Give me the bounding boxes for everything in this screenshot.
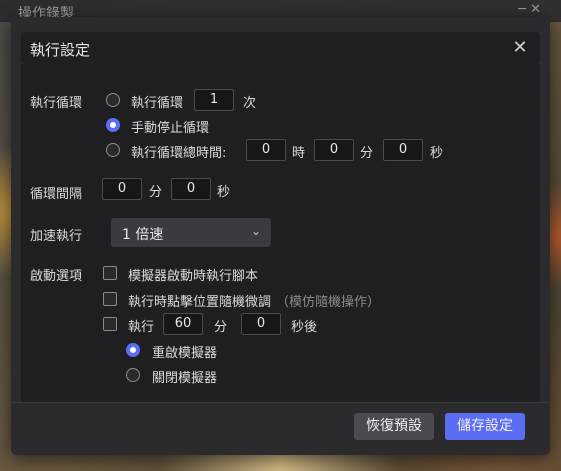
run-after-prefix: 執行 [128,320,155,335]
loop-total-time-radio[interactable] [106,143,120,157]
startup-section-label: 啟動選項 [30,269,83,284]
loop-total-seconds-unit: 秒 [430,146,444,161]
close-icon[interactable]: ✕ [510,38,530,58]
interval-section-label: 循環間隔 [30,187,83,202]
background-window-controls: ─ ✕ [518,2,541,17]
run-on-start-label: 模擬器啟動時執行腳本 [128,269,259,284]
speed-select[interactable]: 1 倍速 ⌄ [111,218,271,247]
interval-minutes-input[interactable]: 0 [102,178,142,200]
loop-count-input[interactable]: 1 [194,89,234,111]
close-emulator-radio[interactable] [126,368,140,382]
run-after-seconds-input[interactable]: 0 [241,313,281,335]
loop-section-label: 執行循環 [30,96,83,111]
loop-count-radio[interactable] [106,93,120,107]
run-after-checkbox[interactable] [103,317,117,331]
chevron-down-icon: ⌄ [250,224,261,238]
loop-total-minutes-input[interactable]: 0 [314,139,354,161]
dialog-title: 執行設定 [30,41,91,59]
speed-section-label: 加速執行 [30,229,83,244]
interval-seconds-input[interactable]: 0 [171,178,211,200]
reset-defaults-button[interactable]: 恢復預設 [354,413,434,440]
random-offset-label: 執行時點擊位置隨機微調 [128,295,272,310]
loop-total-minutes-unit: 分 [360,146,374,161]
interval-minutes-unit: 分 [149,185,163,200]
loop-manual-label: 手動停止循環 [131,121,210,136]
run-after-minutes-input[interactable]: 60 [163,313,203,335]
save-settings-button[interactable]: 儲存設定 [445,413,525,440]
loop-count-label: 執行循環 [131,96,184,111]
loop-total-seconds-input[interactable]: 0 [383,139,423,161]
random-offset-hint: （模仿隨機操作） [276,295,381,310]
restart-emulator-label: 重啟模擬器 [152,346,218,361]
loop-total-time-label: 執行循環總時間: [131,146,227,161]
loop-total-hours-input[interactable]: 0 [246,139,286,161]
speed-select-value: 1 倍速 [122,227,164,243]
dialog-body: 執行循環 執行循環 1 次 手動停止循環 執行循環總時間: 0 時 0 分 0 … [21,64,540,402]
run-after-seconds-unit: 秒後 [291,320,318,335]
run-after-minutes-unit: 分 [214,320,228,335]
restart-emulator-radio[interactable] [126,343,140,357]
random-offset-checkbox[interactable] [103,292,117,306]
run-on-start-checkbox[interactable] [103,266,117,280]
loop-total-hours-unit: 時 [292,146,306,161]
interval-seconds-unit: 秒 [217,185,231,200]
loop-manual-radio[interactable] [106,118,120,132]
close-emulator-label: 關閉模擬器 [152,371,218,386]
run-settings-dialog: 執行設定 ✕ 執行循環 執行循環 1 次 手動停止循環 執行循環總時間: 0 時… [11,17,550,455]
loop-count-unit: 次 [243,96,257,111]
dialog-header: 執行設定 ✕ [21,32,540,64]
